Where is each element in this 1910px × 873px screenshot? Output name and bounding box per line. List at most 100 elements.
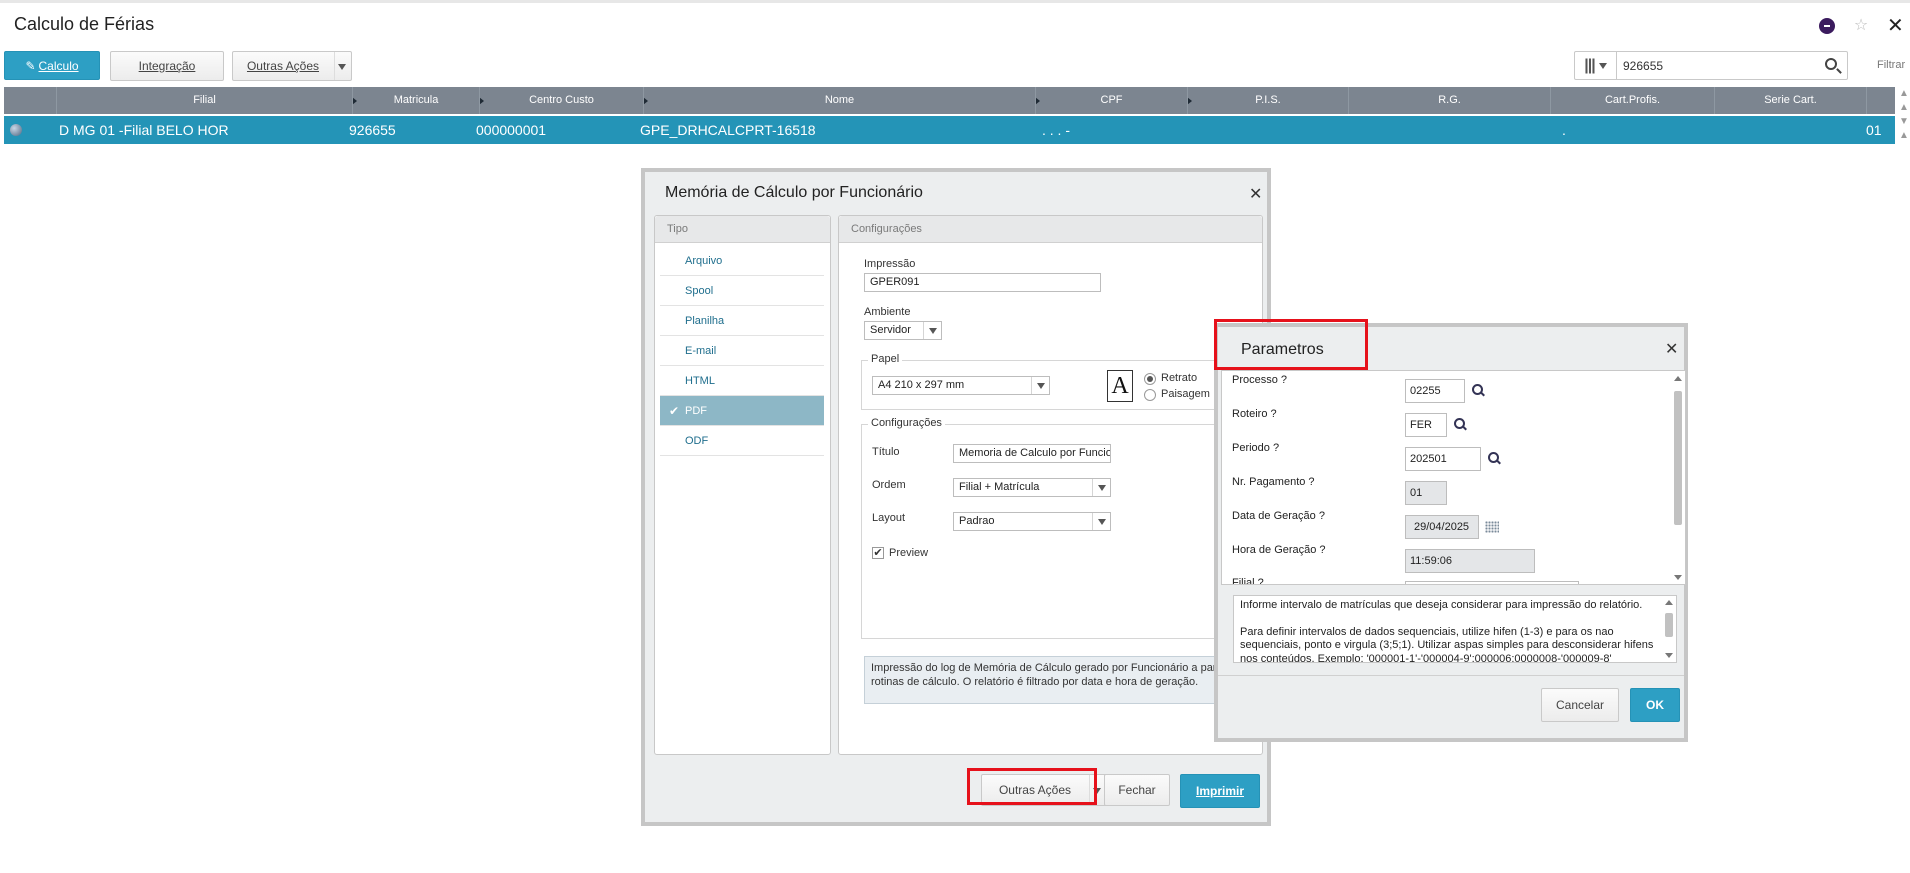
- configuracoes-legend: Configurações: [868, 417, 945, 429]
- integracao-button[interactable]: Integração: [110, 51, 224, 81]
- tipo-item-html[interactable]: HTML: [660, 366, 824, 396]
- cell-nome: GPE_DRHCALCPRT-16518: [640, 122, 816, 138]
- dialog-title: Memória de Cálculo por Funcionário: [665, 184, 923, 201]
- header-rg[interactable]: R.G.: [1348, 87, 1550, 114]
- memoria-dialog: Memória de Cálculo por Funcionário ✕ Tip…: [641, 168, 1271, 826]
- imprimir-button[interactable]: Imprimir: [1180, 774, 1260, 808]
- tipo-item-spool[interactable]: Spool: [660, 276, 824, 306]
- preview-checkbox[interactable]: ✔: [872, 547, 884, 559]
- outras-acoes-button[interactable]: Outras Ações: [232, 51, 352, 81]
- tipo-item-planilha[interactable]: Planilha: [660, 306, 824, 336]
- help-text-area: Informe intervalo de matrículas que dese…: [1233, 595, 1677, 663]
- highlight-box-outras-acoes: [967, 768, 1097, 805]
- chevron-down-icon: [1098, 485, 1106, 491]
- papel-value: A4 210 x 297 mm: [878, 379, 965, 391]
- param-input-periodo[interactable]: 202501: [1405, 447, 1481, 471]
- configuracoes-header: Configurações: [839, 216, 1262, 243]
- scroll-thumb[interactable]: [1674, 391, 1682, 525]
- ordem-label: Ordem: [872, 479, 906, 491]
- help-paragraph-2: Para definir intervalos de dados sequenc…: [1240, 625, 1654, 663]
- paisagem-label: Paisagem: [1161, 388, 1210, 400]
- param-input-data-geracao[interactable]: 29/04/2025: [1405, 515, 1479, 539]
- dropdown-arrow: [1031, 377, 1049, 394]
- papel-select[interactable]: A4 210 x 297 mm: [872, 376, 1050, 395]
- search-icon[interactable]: [1472, 384, 1484, 396]
- calculo-button[interactable]: ✎ Calculo: [4, 51, 100, 80]
- tipo-item-email[interactable]: E-mail: [660, 336, 824, 366]
- header-matricula[interactable]: Matricula: [352, 87, 479, 114]
- param-input-hora-geracao[interactable]: 11:59:06: [1405, 549, 1535, 573]
- ordem-select[interactable]: Filial + Matrícula: [953, 478, 1111, 497]
- paper-orientation-icon: A: [1107, 370, 1133, 402]
- chevron-down-icon: [1598, 62, 1607, 69]
- column-selector[interactable]: |||: [1575, 52, 1617, 79]
- help-scrollbar[interactable]: [1664, 598, 1674, 660]
- scroll-down-icon[interactable]: [1674, 575, 1682, 580]
- ambiente-select[interactable]: Servidor: [864, 321, 942, 340]
- tipo-item-pdf-label: PDF: [685, 405, 707, 417]
- header-cpf[interactable]: CPF: [1035, 87, 1187, 114]
- layout-value: Padrao: [959, 515, 995, 527]
- layout-label: Layout: [872, 512, 906, 524]
- titulo-input[interactable]: Memoria de Calculo por Funcionario: [953, 444, 1111, 463]
- retrato-radio[interactable]: [1144, 373, 1156, 385]
- calendar-icon[interactable]: [1485, 521, 1499, 533]
- tipo-item-odf[interactable]: ODF: [660, 426, 824, 456]
- parametros-dialog: Parametros ✕ Processo ? 02255 Roteiro ? …: [1214, 323, 1688, 742]
- ok-button[interactable]: OK: [1630, 688, 1680, 722]
- tipo-item-pdf[interactable]: ✔ PDF: [660, 396, 824, 426]
- filtrar-link[interactable]: Filtrar: [1877, 59, 1905, 71]
- header-centro-custo[interactable]: Centro Custo: [479, 87, 643, 114]
- scroll-up-icon[interactable]: [1665, 600, 1673, 605]
- scroll-down-icon[interactable]: [1665, 653, 1673, 658]
- close-icon[interactable]: ✕: [1249, 184, 1262, 204]
- calculo-label: Calculo: [38, 58, 79, 73]
- search-icon[interactable]: [1825, 58, 1837, 70]
- header-cell-extra: [1866, 87, 1895, 114]
- param-input-nr-pagamento[interactable]: 01: [1405, 481, 1447, 505]
- star-icon[interactable]: ☆: [1853, 18, 1869, 34]
- outras-acoes-label: Outras Ações: [246, 59, 320, 73]
- cell-centro-custo: 000000001: [476, 122, 547, 138]
- scroll-up-icon[interactable]: [1674, 376, 1682, 381]
- param-input-processo[interactable]: 02255: [1405, 379, 1465, 403]
- footer-divider: [1218, 675, 1684, 676]
- layout-select[interactable]: Padrao: [953, 512, 1111, 531]
- dropdown-arrow: [1092, 479, 1110, 496]
- search-icon[interactable]: [1454, 418, 1466, 430]
- cancelar-button[interactable]: Cancelar: [1541, 688, 1619, 722]
- user-status-icon[interactable]: [1819, 18, 1835, 34]
- highlight-box-parametros: [1214, 319, 1368, 370]
- param-label-roteiro: Roteiro ?: [1232, 408, 1277, 420]
- header-cell-marker: [4, 87, 56, 114]
- ordem-value: Filial + Matrícula: [959, 481, 1040, 493]
- search-input[interactable]: [1623, 56, 1813, 76]
- legend-status-icon[interactable]: [10, 124, 22, 136]
- parametros-scrollbar[interactable]: [1673, 373, 1683, 582]
- fechar-button[interactable]: Fechar: [1104, 774, 1170, 806]
- header-filial[interactable]: Filial: [56, 87, 352, 114]
- header-nome[interactable]: Nome: [643, 87, 1035, 114]
- close-app-icon[interactable]: ✕: [1887, 16, 1904, 36]
- ambiente-label: Ambiente: [864, 306, 911, 318]
- button-separator: [334, 52, 335, 80]
- header-cart-profis[interactable]: Cart.Profis.: [1550, 87, 1714, 114]
- cell-filial: D MG 01 -Filial BELO HOR: [59, 122, 229, 138]
- header-pis[interactable]: P.I.S.: [1187, 87, 1348, 114]
- configuracoes-panel: Configurações Impressão GPER091 Ambiente…: [838, 215, 1263, 755]
- param-input-filial[interactable]: [1405, 581, 1579, 584]
- impressao-input[interactable]: GPER091: [864, 273, 1101, 292]
- param-label-filial: Filial ?: [1232, 577, 1264, 585]
- header-serie-cart[interactable]: Serie Cart.: [1714, 87, 1866, 114]
- table-row[interactable]: D MG 01 -Filial BELO HOR 926655 00000000…: [4, 116, 1895, 144]
- configuracoes-fieldset: Configurações Título Memoria de Calculo …: [861, 417, 1261, 639]
- top-border: [0, 0, 1910, 3]
- scroll-thumb[interactable]: [1665, 613, 1673, 637]
- close-icon[interactable]: ✕: [1665, 339, 1678, 359]
- grid-scrollbar[interactable]: ▲ ▲ ▼ ▲: [1898, 87, 1910, 147]
- chevron-down-icon: [929, 328, 937, 334]
- tipo-item-arquivo[interactable]: Arquivo: [660, 246, 824, 276]
- search-icon[interactable]: [1488, 452, 1500, 464]
- paisagem-radio[interactable]: [1144, 389, 1156, 401]
- param-input-roteiro[interactable]: FER: [1405, 413, 1447, 437]
